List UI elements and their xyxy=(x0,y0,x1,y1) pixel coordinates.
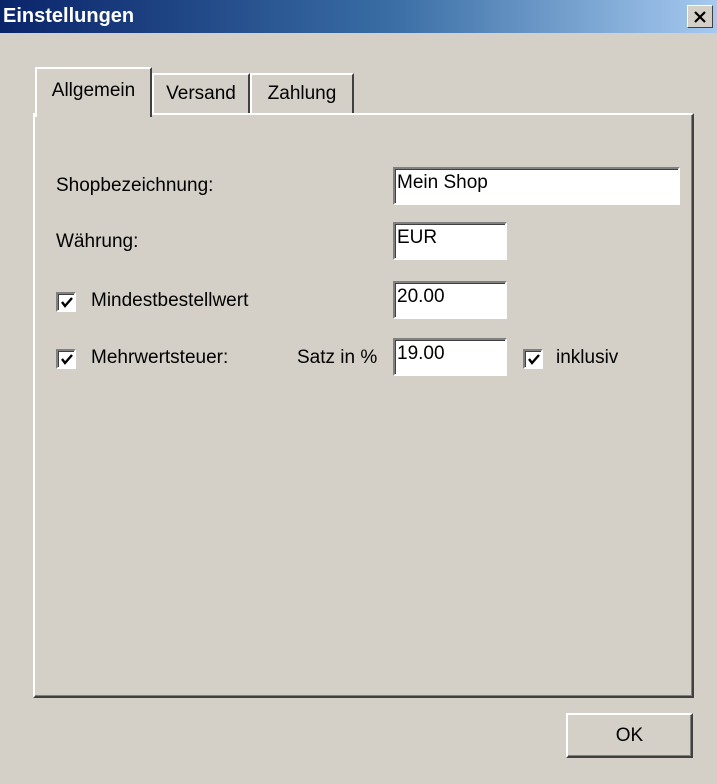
window-title: Einstellungen xyxy=(3,5,135,27)
shop-name-field[interactable]: Mein Shop xyxy=(393,167,680,205)
min-order-label: Mindestbestellwert xyxy=(91,290,249,311)
tab-allgemein[interactable]: Allgemein xyxy=(35,67,152,117)
title-bar: Einstellungen xyxy=(0,0,717,33)
currency-label: Währung: xyxy=(56,231,139,252)
checkmark-icon xyxy=(61,297,73,308)
ok-button-label: OK xyxy=(615,724,644,746)
checkmark-icon xyxy=(61,354,73,365)
vat-label: Mehrwertsteuer: xyxy=(91,347,229,368)
vat-inclusive-checkbox[interactable] xyxy=(523,349,543,369)
checkmark-icon xyxy=(528,354,540,365)
vat-rate-label: Satz in % xyxy=(297,347,378,368)
currency-field[interactable]: EUR xyxy=(393,222,507,260)
close-button[interactable] xyxy=(687,5,713,28)
vat-rate-field[interactable]: 19.00 xyxy=(393,338,507,376)
tab-versand[interactable]: Versand xyxy=(152,73,250,113)
min-order-checkbox[interactable] xyxy=(56,292,76,312)
ok-button[interactable]: OK xyxy=(566,713,693,758)
tab-allgemein-label: Allgemein xyxy=(51,80,136,101)
min-order-field[interactable]: 20.00 xyxy=(393,281,507,319)
shop-name-label: Shopbezeichnung: xyxy=(56,175,214,196)
tab-zahlung[interactable]: Zahlung xyxy=(250,73,354,113)
close-icon xyxy=(694,10,706,23)
vat-inclusive-label: inklusiv xyxy=(556,347,619,368)
tab-versand-label: Versand xyxy=(166,83,236,104)
vat-checkbox[interactable] xyxy=(56,349,76,369)
tab-zahlung-label: Zahlung xyxy=(267,83,337,104)
